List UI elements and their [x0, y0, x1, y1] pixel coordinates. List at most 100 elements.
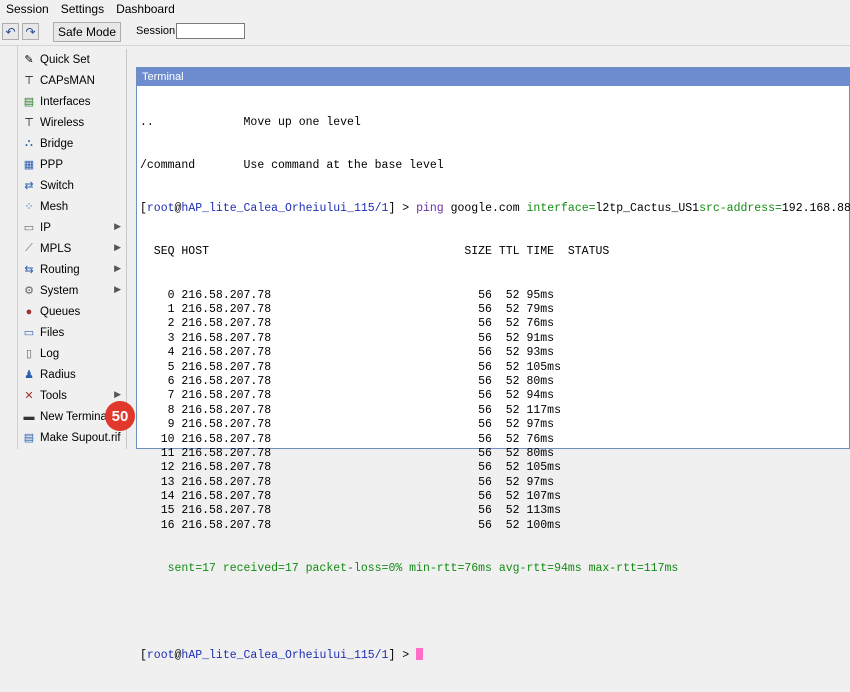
ping-row: 9 216.58.207.78 56 52 97ms — [140, 418, 555, 432]
command-param: interface= — [526, 202, 596, 216]
ip-icon: ▭ — [23, 222, 35, 234]
sidebar-item-label: IP — [40, 221, 51, 234]
redo-icon: ↷ — [25, 24, 36, 39]
sidebar-item-routing[interactable]: ⇆ Routing ▶ — [18, 259, 126, 280]
sidebar-item-label: Routing — [40, 263, 80, 276]
submenu-arrow-icon: ▶ — [114, 389, 121, 399]
terminal-output[interactable]: .. Move up one level /command Use comman… — [140, 87, 850, 663]
sidebar-item-mesh[interactable]: ⁘ Mesh — [18, 196, 126, 217]
sidebar-item-label: Mesh — [40, 200, 69, 213]
queues-icon: ● — [25, 305, 33, 318]
sidebar-item-mpls[interactable]: ⟋ MPLS ▶ — [18, 238, 126, 259]
sidebar-item-capsman[interactable]: ⊤ CAPsMAN — [18, 70, 126, 91]
sidebar-item-label: Radius — [40, 368, 76, 381]
command-value: 192.168.88.1 — [781, 202, 850, 216]
ping-rows: 0 216.58.207.78 56 52 95ms 1 216.58.207.… — [140, 289, 849, 534]
ping-summary: sent=17 received=17 packet-loss=0% min-r… — [140, 562, 679, 576]
interfaces-icon: ▤ — [23, 96, 35, 108]
ping-row: 4 216.58.207.78 56 52 93ms — [140, 346, 555, 360]
redo-button[interactable]: ↷ — [22, 23, 39, 40]
step-badge: 50 — [105, 401, 135, 431]
submenu-arrow-icon: ▶ — [114, 242, 121, 252]
ping-row: 10 216.58.207.78 56 52 76ms — [140, 432, 555, 446]
wireless-icon: ⊤ — [24, 117, 34, 129]
command-name: ping — [416, 202, 444, 216]
session-label: Session: — [136, 25, 179, 37]
sidebar-item-label: Files — [40, 326, 65, 339]
prompt-host: hAP_lite_Calea_Orheiului_115/1 — [181, 649, 389, 663]
help-line: /command Use command at the base level — [140, 159, 444, 173]
ping-row: 2 216.58.207.78 56 52 76ms — [140, 317, 555, 331]
sidebar-item-files[interactable]: ▭ Files — [18, 322, 126, 343]
session-input[interactable] — [176, 23, 245, 39]
sidebar-item-label: Bridge — [40, 137, 74, 150]
ping-row: 11 216.58.207.78 56 52 80ms — [140, 446, 555, 460]
terminal-icon: ▬ — [23, 410, 35, 423]
sidebar-item-wireless[interactable]: ⊤ Wireless — [18, 112, 126, 133]
sidebar-item-radius[interactable]: ♟ Radius — [18, 364, 126, 385]
prompt-line[interactable]: [root@hAP_lite_Calea_Orheiului_115/1] > — [140, 648, 849, 662]
sidebar-item-log[interactable]: ▯ Log — [18, 343, 126, 364]
command-target: google.com — [450, 202, 520, 216]
sidebar-item-switch[interactable]: ⇄ Switch — [18, 175, 126, 196]
sidebar-item-label: CAPsMAN — [40, 74, 95, 87]
sidebar-item-quick-set[interactable]: ✎ Quick Set — [18, 49, 126, 70]
sidebar-item-label: Tools — [40, 389, 67, 402]
safe-mode-button[interactable]: Safe Mode — [53, 22, 121, 42]
toolbar — [0, 19, 850, 46]
undo-button[interactable]: ↶ — [2, 23, 19, 40]
ping-row: 5 216.58.207.78 56 52 105ms — [140, 360, 561, 374]
ping-header: SEQ HOST SIZE TTL TIME STATUS — [140, 245, 610, 259]
sidebar-item-label: New Terminal — [40, 410, 110, 423]
ping-row: 6 216.58.207.78 56 52 80ms — [140, 374, 555, 388]
ping-row: 14 216.58.207.78 56 52 107ms — [140, 490, 561, 504]
undo-icon: ↶ — [5, 24, 16, 39]
ping-row: 12 216.58.207.78 56 52 105ms — [140, 461, 561, 475]
ping-row: 8 216.58.207.78 56 52 117ms — [140, 403, 561, 417]
sidebar-item-ip[interactable]: ▭ IP ▶ — [18, 217, 126, 238]
ping-row: 3 216.58.207.78 56 52 91ms — [140, 331, 555, 345]
sidebar-item-bridge[interactable]: ⛬ Bridge — [18, 133, 126, 154]
sidebar-item-label: Switch — [40, 179, 74, 192]
prompt-host: hAP_lite_Calea_Orheiului_115/1 — [181, 202, 389, 216]
ping-row: 1 216.58.207.78 56 52 79ms — [140, 303, 555, 317]
sidebar-item-queues[interactable]: ● Queues — [18, 301, 126, 322]
terminal-window[interactable]: Terminal .. Move up one level /command U… — [136, 67, 850, 663]
sidebar-item-ppp[interactable]: ▦ PPP — [18, 154, 126, 175]
quick-set-icon: ✎ — [24, 54, 34, 66]
sidebar-item-label: System — [40, 284, 79, 297]
text-cursor — [416, 648, 424, 661]
sidebar-item-interfaces[interactable]: ▤ Interfaces — [18, 91, 126, 112]
submenu-arrow-icon: ▶ — [114, 263, 121, 273]
ping-row: 0 216.58.207.78 56 52 95ms — [140, 288, 555, 302]
ping-row: 13 216.58.207.78 56 52 97ms — [140, 475, 555, 489]
menu-session[interactable]: Session — [0, 0, 55, 18]
terminal-title-bar[interactable]: Terminal — [137, 68, 849, 86]
help-line: .. Move up one level — [140, 115, 361, 129]
ping-row: 7 216.58.207.78 56 52 94ms — [140, 389, 555, 403]
ping-row: 15 216.58.207.78 56 52 113ms — [140, 504, 561, 518]
ping-row: 16 216.58.207.78 56 52 100ms — [140, 518, 561, 532]
radius-icon: ♟ — [24, 369, 34, 381]
submenu-arrow-icon: ▶ — [114, 284, 121, 294]
sidebar-item-label: Queues — [40, 305, 81, 318]
sidebar-item-make-supout[interactable]: ▤ Make Supout.rif — [18, 427, 126, 448]
sidebar-item-tools[interactable]: ✕ Tools ▶ — [18, 385, 126, 406]
sidebar-item-label: Wireless — [40, 116, 85, 129]
sidebar-item-system[interactable]: ⚙ System ▶ — [18, 280, 126, 301]
files-icon: ▭ — [23, 327, 35, 339]
ppp-icon: ▦ — [23, 159, 35, 171]
sidebar-item-label: MPLS — [40, 242, 72, 255]
system-icon: ⚙ — [24, 285, 34, 297]
menu-bar: Session Settings Dashboard — [0, 0, 850, 18]
command-param: src-address= — [699, 202, 782, 216]
menu-settings[interactable]: Settings — [55, 0, 110, 18]
menu-dashboard[interactable]: Dashboard — [110, 0, 181, 18]
routing-icon: ⇆ — [24, 264, 34, 276]
command-value: l2tp_Cactus_US1 — [595, 202, 700, 216]
supout-icon: ▤ — [23, 432, 35, 444]
sidebar-item-label: Quick Set — [40, 53, 90, 66]
log-icon: ▯ — [25, 348, 33, 360]
sidebar-item-label: Make Supout.rif — [40, 431, 121, 444]
